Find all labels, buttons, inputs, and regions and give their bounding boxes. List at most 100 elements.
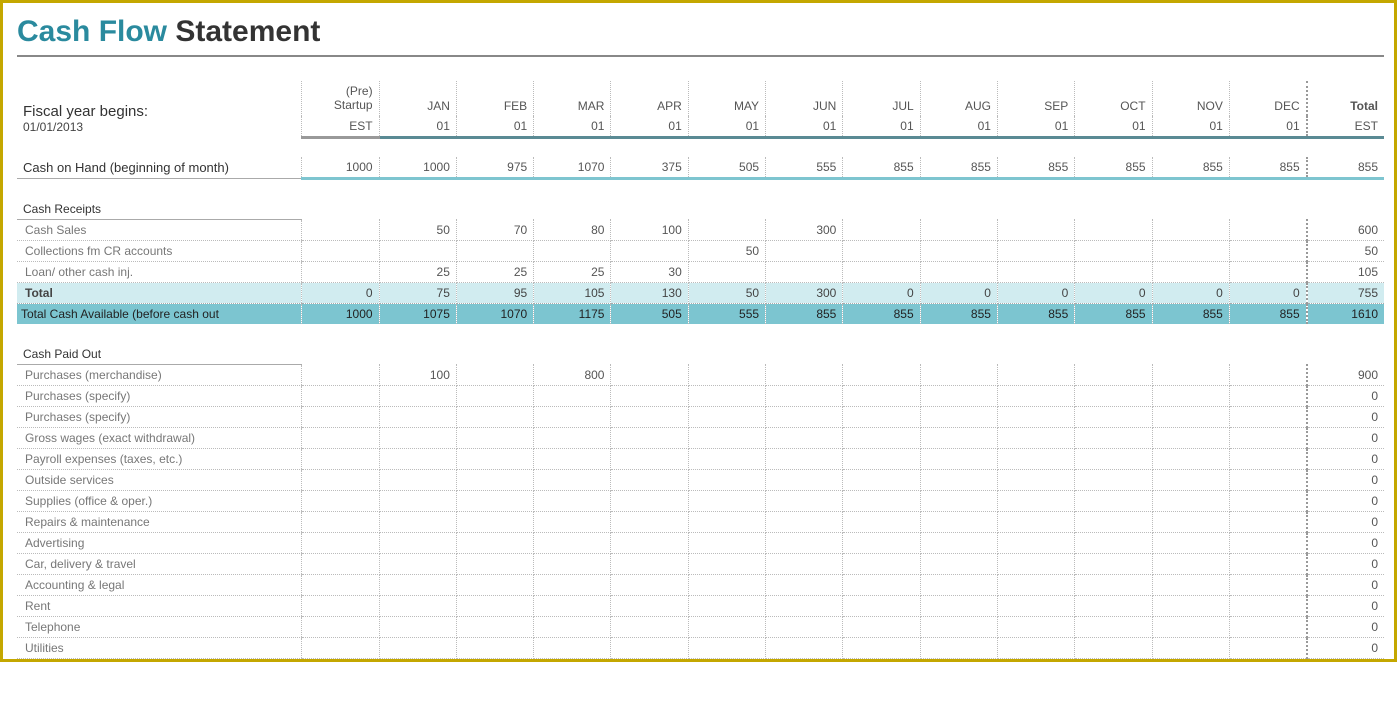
cell[interactable] — [611, 595, 688, 616]
cell[interactable] — [456, 469, 533, 490]
cell[interactable] — [1152, 427, 1229, 448]
cell[interactable] — [688, 532, 765, 553]
cell[interactable] — [766, 385, 843, 406]
cell[interactable] — [302, 595, 379, 616]
cell[interactable] — [688, 427, 765, 448]
cell[interactable] — [611, 240, 688, 261]
cell[interactable] — [302, 511, 379, 532]
cell[interactable] — [302, 616, 379, 637]
cell[interactable] — [1075, 240, 1152, 261]
cell[interactable] — [1229, 219, 1306, 240]
cell[interactable] — [611, 574, 688, 595]
cell[interactable] — [1229, 574, 1306, 595]
cell[interactable] — [1229, 532, 1306, 553]
cell[interactable] — [920, 448, 997, 469]
cell[interactable] — [302, 240, 379, 261]
cell[interactable] — [456, 637, 533, 658]
cell[interactable] — [534, 553, 611, 574]
cell[interactable] — [534, 595, 611, 616]
cell[interactable] — [456, 616, 533, 637]
cell[interactable] — [1075, 616, 1152, 637]
cell[interactable] — [1075, 427, 1152, 448]
cell[interactable] — [1152, 448, 1229, 469]
cell[interactable] — [766, 364, 843, 385]
cell[interactable] — [1229, 616, 1306, 637]
cell[interactable] — [611, 637, 688, 658]
cell[interactable] — [1152, 240, 1229, 261]
cell[interactable] — [456, 448, 533, 469]
cell[interactable] — [379, 469, 456, 490]
cell[interactable] — [766, 532, 843, 553]
cell[interactable] — [843, 490, 920, 511]
cell[interactable] — [1152, 219, 1229, 240]
cell[interactable] — [379, 427, 456, 448]
cell[interactable] — [920, 553, 997, 574]
cell[interactable] — [1152, 553, 1229, 574]
cell[interactable] — [1152, 595, 1229, 616]
cell[interactable] — [997, 219, 1074, 240]
cell[interactable] — [688, 219, 765, 240]
cell[interactable] — [534, 406, 611, 427]
cell[interactable] — [379, 532, 456, 553]
cell[interactable] — [843, 511, 920, 532]
cell[interactable] — [1075, 385, 1152, 406]
cell[interactable] — [1152, 406, 1229, 427]
cell[interactable] — [688, 637, 765, 658]
cell[interactable]: 50 — [379, 219, 456, 240]
cell[interactable] — [1075, 490, 1152, 511]
cell[interactable] — [534, 616, 611, 637]
cell[interactable] — [997, 616, 1074, 637]
cell[interactable] — [1152, 385, 1229, 406]
cell[interactable] — [456, 574, 533, 595]
cell[interactable] — [766, 511, 843, 532]
cell[interactable] — [302, 490, 379, 511]
cell[interactable] — [843, 261, 920, 282]
cell[interactable] — [611, 406, 688, 427]
cell[interactable] — [843, 553, 920, 574]
cell[interactable] — [920, 469, 997, 490]
cell[interactable] — [302, 364, 379, 385]
cell[interactable] — [843, 469, 920, 490]
cell[interactable]: 50 — [688, 240, 765, 261]
cell[interactable] — [688, 406, 765, 427]
cell[interactable] — [302, 448, 379, 469]
cell[interactable] — [1152, 637, 1229, 658]
cell[interactable] — [997, 261, 1074, 282]
cell[interactable] — [534, 240, 611, 261]
cell[interactable] — [456, 490, 533, 511]
cell[interactable] — [611, 385, 688, 406]
cell[interactable] — [1075, 637, 1152, 658]
cell[interactable] — [920, 574, 997, 595]
cell[interactable]: 25 — [534, 261, 611, 282]
cell[interactable] — [766, 574, 843, 595]
cell[interactable] — [843, 595, 920, 616]
cell[interactable] — [843, 385, 920, 406]
cell[interactable] — [611, 616, 688, 637]
cell[interactable] — [1229, 406, 1306, 427]
cell[interactable] — [920, 490, 997, 511]
cell[interactable] — [997, 574, 1074, 595]
cell[interactable] — [379, 616, 456, 637]
cell[interactable] — [1152, 532, 1229, 553]
cell[interactable] — [688, 469, 765, 490]
cell[interactable] — [379, 490, 456, 511]
cell[interactable] — [766, 261, 843, 282]
cell[interactable] — [1152, 490, 1229, 511]
cell[interactable] — [766, 490, 843, 511]
cell[interactable] — [688, 490, 765, 511]
cell[interactable] — [302, 385, 379, 406]
cell[interactable] — [456, 240, 533, 261]
cell[interactable] — [534, 574, 611, 595]
cell[interactable] — [843, 448, 920, 469]
cell[interactable] — [766, 448, 843, 469]
cell[interactable] — [1075, 574, 1152, 595]
cell[interactable] — [379, 574, 456, 595]
cell[interactable] — [379, 511, 456, 532]
cell[interactable] — [1075, 261, 1152, 282]
cell[interactable] — [997, 469, 1074, 490]
cell[interactable] — [456, 595, 533, 616]
cell[interactable] — [611, 448, 688, 469]
cell[interactable] — [843, 364, 920, 385]
cell[interactable]: 25 — [456, 261, 533, 282]
cell[interactable] — [997, 553, 1074, 574]
